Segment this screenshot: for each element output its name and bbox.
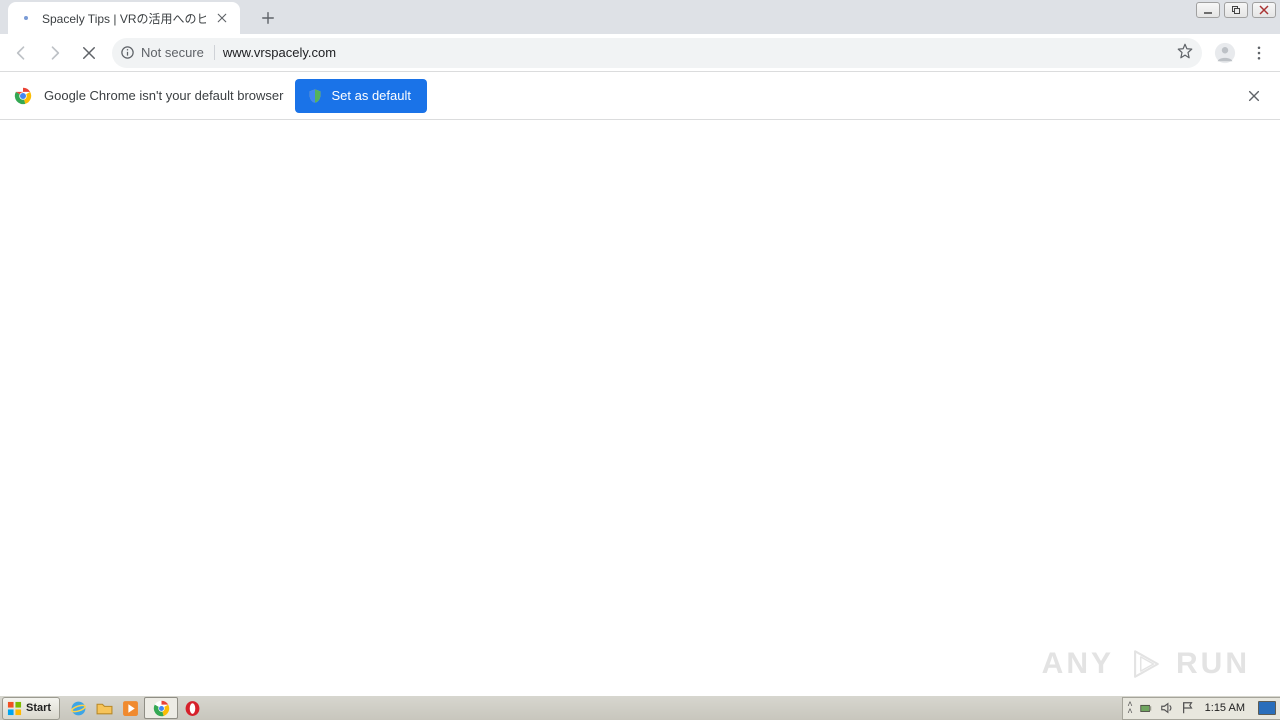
security-label: Not secure — [141, 45, 204, 60]
tray-flag-icon[interactable] — [1180, 700, 1196, 716]
infobar-close-button[interactable] — [1242, 84, 1266, 108]
url-text: www.vrspacely.com — [223, 45, 336, 60]
start-label: Start — [26, 702, 51, 714]
tray-hardware-icon[interactable] — [1138, 700, 1154, 716]
chrome-menu-button[interactable] — [1244, 38, 1274, 68]
tray-clock[interactable]: 1:15 AM — [1205, 702, 1245, 714]
system-tray: ˄˄ 1:15 AM — [1122, 697, 1280, 720]
info-icon — [120, 45, 135, 60]
browser-window: Spacely Tips | VRの活用へのヒントが見 — [0, 0, 1280, 695]
anyrun-watermark: ANY RUN — [1042, 647, 1250, 681]
favicon-loading-icon — [18, 10, 34, 26]
close-window-button[interactable] — [1252, 2, 1276, 18]
profile-button[interactable] — [1210, 38, 1240, 68]
infobar-message: Google Chrome isn't your default browser — [44, 88, 283, 103]
quick-launch — [66, 697, 210, 719]
taskbar-chrome[interactable] — [144, 697, 178, 719]
back-button[interactable] — [6, 38, 36, 68]
stop-reload-button[interactable] — [74, 38, 104, 68]
windows-taskbar: Start ˄˄ — [0, 695, 1280, 720]
ql-file-explorer[interactable] — [92, 697, 116, 719]
toolbar: Not secure www.vrspacely.com — [0, 34, 1280, 72]
shield-icon — [307, 88, 323, 104]
set-default-label: Set as default — [331, 88, 411, 103]
new-tab-button[interactable] — [254, 4, 282, 32]
windows-flag-icon — [7, 701, 22, 716]
tab-title: Spacely Tips | VRの活用へのヒントが見 — [42, 10, 206, 27]
tray-expand-icon[interactable]: ˄˄ — [1127, 701, 1132, 715]
ql-media-player[interactable] — [118, 697, 142, 719]
ql-internet-explorer[interactable] — [66, 697, 90, 719]
set-default-button[interactable]: Set as default — [295, 79, 427, 113]
watermark-text-right: RUN — [1176, 647, 1250, 681]
forward-button[interactable] — [40, 38, 70, 68]
tab-strip: Spacely Tips | VRの活用へのヒントが見 — [0, 0, 1280, 34]
address-bar[interactable]: Not secure www.vrspacely.com — [112, 38, 1202, 68]
maximize-button[interactable] — [1224, 2, 1248, 18]
play-icon — [1128, 647, 1162, 681]
bookmark-star-button[interactable] — [1176, 42, 1194, 63]
security-indicator[interactable]: Not secure — [120, 45, 215, 60]
tab[interactable]: Spacely Tips | VRの活用へのヒントが見 — [8, 2, 240, 34]
minimize-button[interactable] — [1196, 2, 1220, 18]
ql-opera[interactable] — [180, 697, 204, 719]
window-controls — [1196, 2, 1276, 18]
close-tab-button[interactable] — [214, 10, 230, 26]
tray-volume-icon[interactable] — [1159, 700, 1175, 716]
chrome-logo-icon — [14, 87, 32, 105]
page-content: ANY RUN — [0, 120, 1280, 695]
start-button[interactable]: Start — [2, 697, 60, 720]
watermark-text-left: ANY — [1042, 647, 1114, 681]
default-browser-infobar: Google Chrome isn't your default browser… — [0, 72, 1280, 120]
tray-show-desktop[interactable] — [1258, 701, 1276, 715]
